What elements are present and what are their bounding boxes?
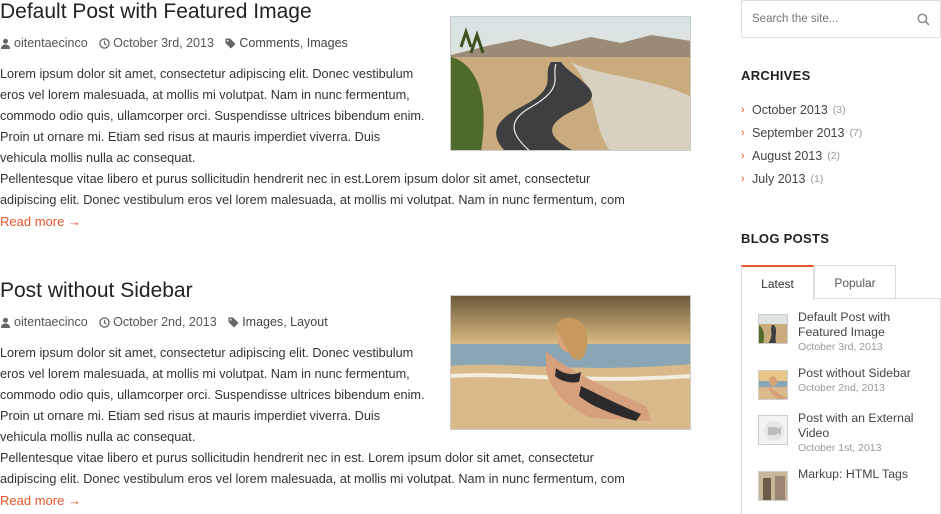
beach-woman-image — [451, 295, 690, 429]
excerpt-line: Pellentesque vitae libero et purus solli… — [0, 171, 591, 186]
archive-count: (3) — [832, 104, 846, 116]
clock-icon — [99, 37, 110, 49]
post-body: Lorem ipsum dolor sit amet, consectetur … — [0, 15, 700, 232]
tag-icon — [228, 316, 239, 328]
archive-item[interactable]: › October 2013 (3) — [741, 99, 941, 122]
video-camera-icon — [764, 421, 784, 441]
tab-latest[interactable]: Latest — [741, 265, 814, 300]
post-info: Markup: HTML Tags — [798, 467, 928, 514]
user-icon — [0, 317, 11, 328]
latest-post-title[interactable]: Post without Sidebar — [798, 366, 928, 381]
archive-count: (1) — [810, 173, 824, 185]
post-thumbnail[interactable] — [758, 314, 788, 344]
latest-post-title[interactable]: Default Post with Featured Image — [798, 310, 928, 340]
archives-heading: ARCHIVES — [741, 68, 811, 83]
archive-label[interactable]: September 2013 — [752, 122, 844, 145]
clock-icon — [99, 316, 110, 328]
chevron-right-icon: › — [741, 173, 745, 185]
post-info: Post with an External Video October 1st,… — [798, 411, 928, 467]
category-link[interactable]: Images — [307, 35, 348, 51]
archive-label[interactable]: August 2013 — [752, 145, 822, 168]
beach-woman-thumbnail — [759, 371, 787, 399]
category-link[interactable]: Images — [242, 314, 283, 330]
archive-label[interactable]: July 2013 — [752, 168, 806, 191]
latest-posts-panel: Default Post with Featured Image October… — [741, 299, 941, 514]
chevron-right-icon: › — [741, 150, 745, 162]
post-thumbnail[interactable] — [758, 370, 788, 400]
list-item[interactable]: Default Post with Featured Image October… — [742, 310, 940, 366]
archive-count: (2) — [827, 150, 841, 162]
featured-image[interactable] — [450, 294, 691, 430]
list-item[interactable]: Post with an External Video October 1st,… — [742, 411, 940, 467]
archive-item[interactable]: › July 2013 (1) — [741, 168, 941, 191]
featured-image[interactable] — [450, 15, 691, 151]
post-thumbnail[interactable] — [758, 415, 788, 445]
post-categories: Comments, Images — [225, 35, 348, 51]
search-input[interactable] — [752, 13, 902, 25]
excerpt-line: adipiscing elit. Donec vestibulum eros v… — [0, 471, 625, 486]
read-more-link[interactable]: Read more → — [0, 211, 81, 232]
archive-list: › October 2013 (3) › September 2013 (7) › Aug… — [741, 99, 941, 191]
markup-thumbnail — [759, 472, 787, 500]
author-name[interactable]: oitentaecinco — [14, 35, 88, 51]
post-date: October 3rd, 2013 — [99, 35, 214, 51]
archive-label[interactable]: October 2013 — [752, 99, 828, 122]
date-text: October 3rd, 2013 — [113, 36, 214, 50]
list-item[interactable]: Post without Sidebar October 2nd, 2013 — [742, 366, 940, 411]
latest-post-title[interactable]: Post with an External Video — [798, 411, 928, 441]
post-article: Post without Sidebar oitentaecinco Octob… — [0, 279, 700, 511]
author-name[interactable]: oitentaecinco — [14, 314, 88, 330]
excerpt-paragraph: Lorem ipsum dolor sit amet, consectetur … — [0, 345, 425, 444]
road-desert-thumbnail — [759, 315, 787, 343]
list-item[interactable]: Markup: HTML Tags — [742, 467, 940, 514]
category-link[interactable]: Comments — [239, 35, 299, 51]
excerpt-paragraph: Lorem ipsum dolor sit amet, consectetur … — [0, 66, 425, 165]
search-box[interactable] — [741, 0, 941, 38]
date-text: October 2nd, 2013 — [113, 315, 217, 329]
user-icon — [0, 38, 11, 49]
chevron-right-icon: › — [741, 104, 745, 116]
post-info: Default Post with Featured Image October… — [798, 310, 928, 366]
tag-icon — [225, 37, 236, 49]
excerpt-line: Pellentesque vitae libero et purus solli… — [0, 450, 594, 465]
post-date: October 2nd, 2013 — [99, 314, 217, 330]
latest-post-date: October 2nd, 2013 — [798, 382, 885, 394]
search-icon[interactable] — [917, 12, 930, 26]
post-author[interactable]: oitentaecinco — [0, 35, 88, 51]
blog-posts-heading: BLOG POSTS — [741, 231, 830, 246]
blog-posts-tabs: Latest Popular — [741, 265, 941, 300]
archive-item[interactable]: › August 2013 (2) — [741, 145, 941, 168]
road-desert-image — [451, 16, 690, 150]
post-article: Default Post with Featured Image oitenta… — [0, 0, 700, 232]
tab-popular[interactable]: Popular — [814, 265, 896, 299]
post-categories: Images, Layout — [228, 314, 328, 330]
latest-post-title[interactable]: Markup: HTML Tags — [798, 467, 928, 482]
read-more-link[interactable]: Read more → — [0, 490, 81, 511]
post-body: Lorem ipsum dolor sit amet, consectetur … — [0, 294, 700, 511]
archive-count: (7) — [849, 127, 863, 139]
category-link[interactable]: Layout — [290, 314, 328, 330]
sidebar: ARCHIVES › October 2013 (3) › September 201… — [741, 0, 941, 514]
post-thumbnail[interactable] — [758, 471, 788, 501]
post-info: Post without Sidebar October 2nd, 2013 — [798, 366, 928, 411]
chevron-right-icon: › — [741, 127, 745, 139]
excerpt-line: adipiscing elit. Donec vestibulum eros v… — [0, 192, 625, 207]
archive-item[interactable]: › September 2013 (7) — [741, 122, 941, 145]
latest-post-date: October 3rd, 2013 — [798, 341, 883, 353]
latest-post-date: October 1st, 2013 — [798, 442, 882, 454]
post-author[interactable]: oitentaecinco — [0, 314, 88, 330]
